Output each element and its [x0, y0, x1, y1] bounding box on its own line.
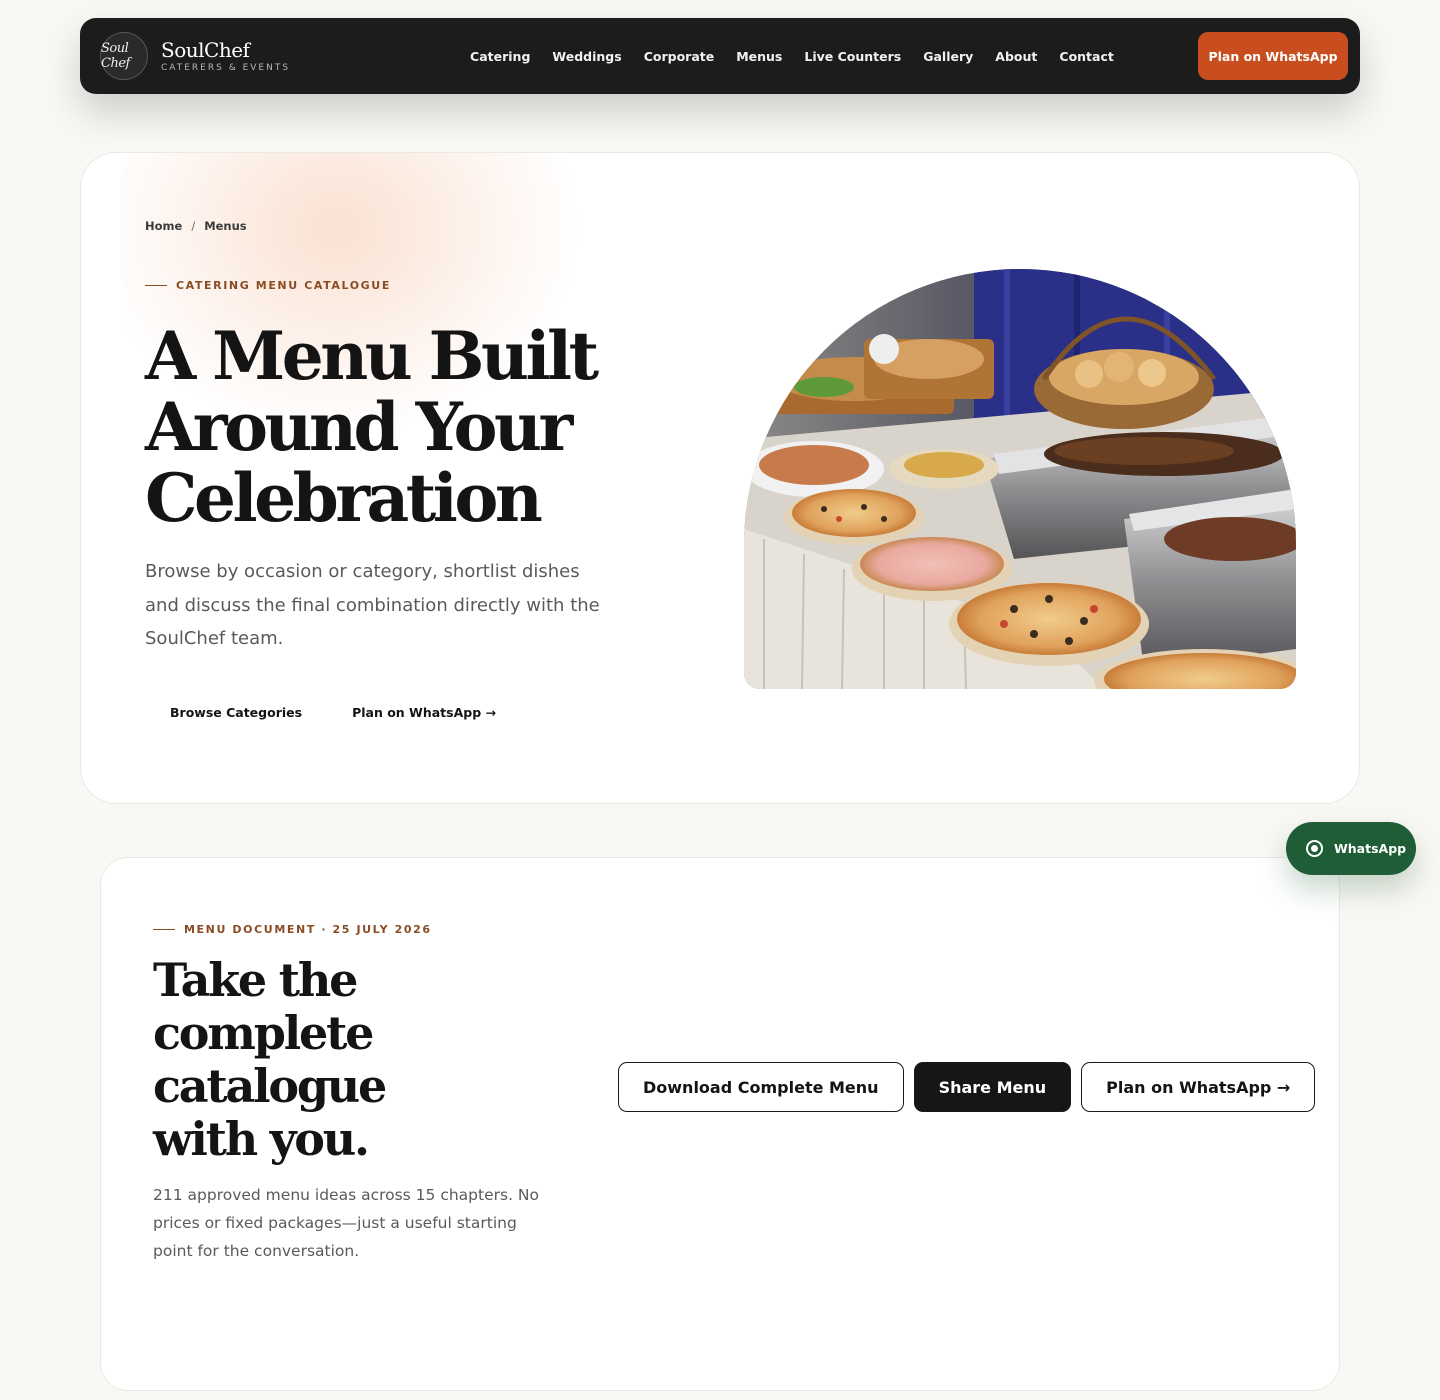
nav-link-corporate[interactable]: Corporate	[644, 49, 715, 64]
floating-whatsapp-label: WhatsApp	[1334, 841, 1407, 856]
document-eyebrow-text: MENU DOCUMENT · 25 JULY 2026	[184, 923, 432, 936]
nav-link-contact[interactable]: Contact	[1059, 49, 1113, 64]
document-description: 211 approved menu ideas across 15 chapte…	[153, 1186, 540, 1260]
hero-eyebrow: CATERING MENU CATALOGUE	[145, 279, 391, 292]
browse-categories-button[interactable]: Browse Categories	[145, 699, 327, 726]
hero-description: Browse by occasion or category, shortlis…	[145, 561, 600, 649]
buffet-illustration	[744, 269, 1296, 689]
hero-title: A Menu Built Around Your Celebration	[145, 317, 599, 537]
eyebrow-line	[145, 285, 167, 286]
breadcrumb-current: Menus	[204, 219, 247, 233]
nav-whatsapp-button[interactable]: Plan on WhatsApp	[1198, 32, 1348, 80]
hero-actions: Browse Categories Plan on WhatsApp →	[145, 699, 521, 726]
site-header: Soul Chef SoulChef CATERERS & EVENTS Cat…	[80, 18, 1360, 94]
share-menu-button[interactable]: Share Menu	[913, 1062, 1072, 1112]
document-title: Take the complete catalogue with you.	[153, 953, 387, 1166]
main-nav: Catering Weddings Corporate Menus Live C…	[470, 49, 1114, 64]
breadcrumb-separator: /	[191, 219, 196, 233]
whatsapp-icon	[1306, 840, 1323, 857]
brand-name: SoulChef	[161, 38, 250, 62]
breadcrumb: Home / Menus	[145, 219, 247, 233]
nav-link-catering[interactable]: Catering	[470, 49, 530, 64]
hero-section: Home / Menus CATERING MENU CATALOGUE A M…	[80, 152, 1360, 804]
floating-whatsapp-button[interactable]: WhatsApp	[1286, 822, 1416, 875]
buffet-image	[744, 269, 1296, 689]
brand[interactable]: SoulChef CATERERS & EVENTS	[161, 39, 290, 73]
hero-whatsapp-link[interactable]: Plan on WhatsApp →	[327, 699, 521, 726]
nav-link-weddings[interactable]: Weddings	[552, 49, 621, 64]
nav-link-gallery[interactable]: Gallery	[923, 49, 973, 64]
document-whatsapp-button[interactable]: Plan on WhatsApp →	[1081, 1062, 1316, 1112]
document-actions: Download Complete Menu Share Menu Plan o…	[618, 1062, 1316, 1112]
brand-tagline: CATERERS & EVENTS	[161, 63, 291, 73]
download-menu-button[interactable]: Download Complete Menu	[618, 1062, 904, 1112]
menu-document-section: MENU DOCUMENT · 25 JULY 2026 Take the co…	[100, 857, 1340, 1391]
nav-link-about[interactable]: About	[995, 49, 1037, 64]
breadcrumb-home[interactable]: Home	[145, 219, 182, 233]
nav-link-live-counters[interactable]: Live Counters	[804, 49, 901, 64]
hero-eyebrow-text: CATERING MENU CATALOGUE	[176, 279, 391, 292]
brand-logo[interactable]: Soul Chef	[100, 32, 148, 80]
document-eyebrow: MENU DOCUMENT · 25 JULY 2026	[153, 923, 432, 936]
nav-link-menus[interactable]: Menus	[736, 49, 782, 64]
brand-logo-text: Soul Chef	[101, 41, 130, 71]
eyebrow-line	[153, 929, 175, 930]
